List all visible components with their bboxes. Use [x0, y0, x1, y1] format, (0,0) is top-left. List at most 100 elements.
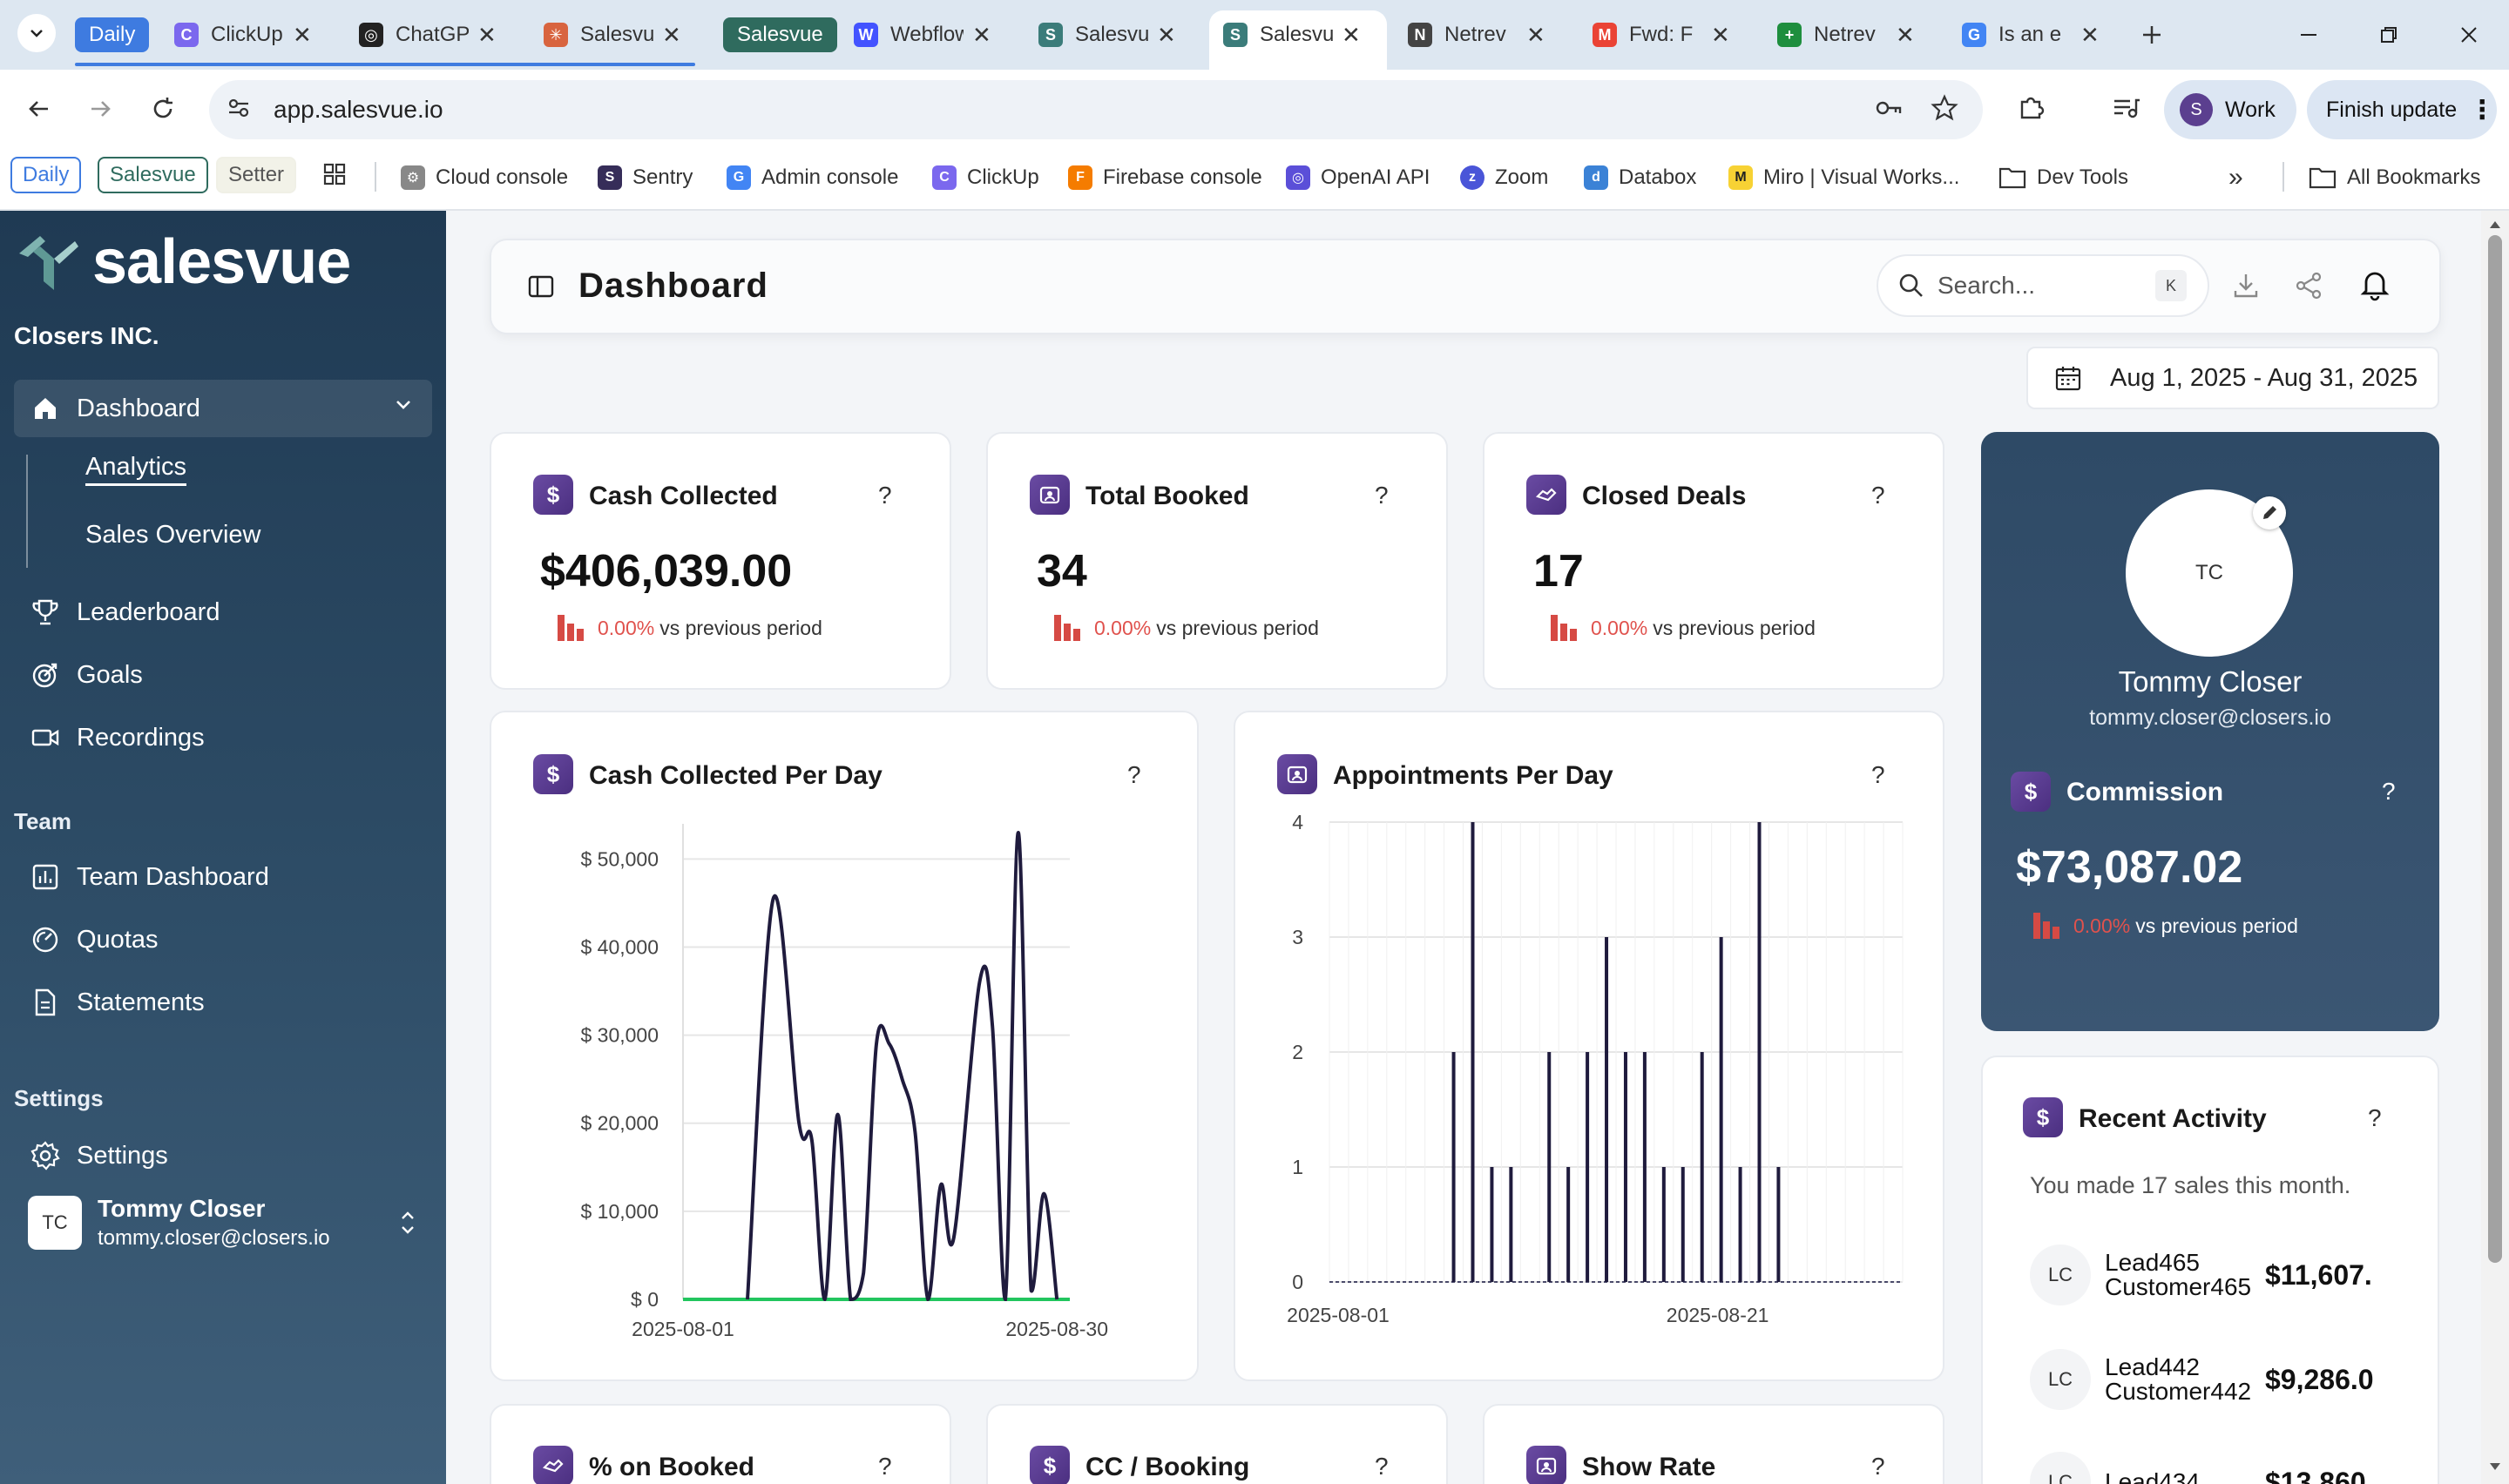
reload-button[interactable]	[141, 87, 185, 131]
sidebar-item-goals[interactable]: Goals	[28, 653, 143, 697]
scroll-up-icon[interactable]	[2488, 218, 2502, 234]
new-tab-button[interactable]	[2133, 16, 2171, 54]
help-icon[interactable]: ?	[2382, 778, 2396, 806]
date-range-picker[interactable]: Aug 1, 2025 - Aug 31, 2025	[2026, 347, 2439, 409]
tab-salesvue-active[interactable]: S Salesvue ✕	[1223, 12, 1361, 57]
tab-sheets[interactable]: + Netrev ✕	[1777, 12, 1915, 57]
list-item[interactable]: LC Lead442 Customer442 $9,286.0	[2030, 1345, 2422, 1414]
tab-group-salesvue[interactable]: Salesvue	[723, 17, 837, 52]
url-text[interactable]: app.salesvue.io	[274, 96, 443, 124]
sidebar-toggle-icon[interactable]	[526, 272, 556, 306]
bookmark-dev-tools[interactable]: Dev Tools	[1998, 159, 2128, 197]
help-icon[interactable]: ?	[878, 1453, 892, 1481]
download-icon[interactable]	[2230, 270, 2262, 306]
password-key-icon[interactable]	[1868, 87, 1910, 129]
tab-google[interactable]: G Is an e ✕	[1962, 12, 2100, 57]
scrollbar-thumb[interactable]	[2488, 235, 2502, 1263]
site-info-icon[interactable]	[218, 87, 260, 129]
sidebar-item-quotas[interactable]: Quotas	[28, 918, 159, 961]
bookmark-firebase-console[interactable]: F Firebase console	[1068, 159, 1262, 197]
close-icon[interactable]: ✕	[1526, 22, 1545, 49]
close-icon[interactable]: ✕	[1896, 22, 1915, 49]
sidebar-item-label: Statements	[77, 988, 205, 1016]
bookmark-zoom[interactable]: z Zoom	[1460, 159, 1548, 197]
tab-clickup[interactable]: C ClickUp ✕	[174, 12, 312, 57]
user-name: Tommy Closer	[98, 1195, 266, 1222]
tab-search-button[interactable]	[17, 14, 56, 52]
bookmark-cloud-console[interactable]: ⚙ Cloud console	[401, 159, 568, 197]
y-tick-label: $ 10,000	[580, 1200, 659, 1223]
help-icon[interactable]: ?	[1375, 1453, 1389, 1481]
tab-group-daily[interactable]: Daily	[75, 17, 150, 52]
close-icon[interactable]: ✕	[2080, 22, 2100, 49]
close-icon[interactable]: ✕	[972, 22, 991, 49]
tab-webflow[interactable]: W Webflow ✕	[854, 12, 991, 57]
list-item[interactable]: LC Lead434 $13,860	[2030, 1447, 2422, 1484]
sidebar-subitem-sales-overview[interactable]: Sales Overview	[85, 521, 260, 550]
restore-button[interactable]	[2370, 16, 2408, 54]
tab-salesvue[interactable]: S Salesvue ✕	[1038, 12, 1176, 57]
help-icon[interactable]: ?	[1871, 482, 1885, 509]
user-menu[interactable]: TC Tommy Closer tommy.closer@closers.io	[28, 1188, 429, 1258]
netrev-icon: N	[1408, 23, 1432, 47]
close-icon[interactable]: ✕	[293, 22, 312, 49]
webflow-icon: W	[854, 23, 878, 47]
help-icon[interactable]: ?	[878, 482, 892, 509]
sidebar-item-leaderboard[interactable]: Leaderboard	[28, 590, 220, 634]
sheets-icon: +	[1777, 23, 1802, 47]
sidebar-item-statements[interactable]: Statements	[28, 981, 205, 1024]
bookmark-miro[interactable]: M Miro | Visual Works...	[1728, 159, 1959, 197]
edit-avatar-button[interactable]	[2253, 496, 2286, 530]
address-bar[interactable]	[209, 80, 1983, 139]
sidebar-item-recordings[interactable]: Recordings	[28, 716, 205, 759]
close-icon[interactable]: ✕	[1157, 22, 1176, 49]
bookmark-sentry[interactable]: S Sentry	[598, 159, 693, 197]
tab-salesvue-claude[interactable]: ✳ Salesvue ✕	[544, 12, 681, 57]
bookmark-openai-api[interactable]: ◎ OpenAI API	[1286, 159, 1430, 197]
minimize-button[interactable]	[2289, 16, 2328, 54]
x-tick-label: 2025-08-21	[1667, 1304, 1769, 1326]
more-bookmarks-button[interactable]: »	[2228, 159, 2243, 197]
list-item[interactable]: LC Lead465Customer465 $11,607.0	[2030, 1240, 2422, 1310]
brand-logo[interactable]: salesvue	[14, 226, 351, 298]
tab-netrev[interactable]: N Netrev ✕	[1408, 12, 1545, 57]
sidebar-subitem-analytics[interactable]: Analytics	[85, 453, 187, 486]
sidebar-item-dashboard[interactable]: Dashboard	[28, 387, 200, 430]
close-window-button[interactable]	[2450, 16, 2488, 54]
close-icon[interactable]: ✕	[1342, 22, 1361, 49]
media-control-icon[interactable]	[2105, 87, 2147, 129]
sidebar-item-team-dashboard[interactable]: Team Dashboard	[28, 855, 269, 899]
help-icon[interactable]: ?	[2368, 1104, 2382, 1132]
salesvue-icon: S	[1038, 23, 1063, 47]
arrow-right-icon	[91, 101, 111, 117]
bell-icon[interactable]	[2357, 266, 2392, 306]
help-icon[interactable]: ?	[1871, 1453, 1885, 1481]
y-tick-label: 2	[1292, 1041, 1303, 1063]
close-icon[interactable]: ✕	[477, 22, 497, 49]
extensions-icon[interactable]	[2011, 87, 2053, 129]
help-icon[interactable]: ?	[1375, 482, 1389, 509]
profile-button[interactable]: S Work	[2164, 80, 2296, 139]
bookmark-group-setter[interactable]: Setter	[216, 157, 297, 193]
sidebar-item-settings[interactable]: Settings	[28, 1134, 168, 1177]
finish-update-button[interactable]: Finish update ⋮	[2307, 80, 2497, 139]
bookmark-admin-console[interactable]: G Admin console	[727, 159, 898, 197]
forward-button[interactable]	[78, 87, 122, 131]
back-button[interactable]	[17, 87, 61, 131]
bookmark-star-icon[interactable]	[1924, 87, 1965, 129]
apps-grid-icon[interactable]	[314, 153, 355, 195]
bookmark-clickup[interactable]: C ClickUp	[932, 159, 1039, 197]
close-icon[interactable]: ✕	[662, 22, 681, 49]
scroll-down-icon[interactable]	[2488, 1461, 2502, 1478]
close-icon[interactable]: ✕	[1711, 22, 1730, 49]
bookmark-databox[interactable]: d Databox	[1584, 159, 1696, 197]
gear-icon: ⚙	[401, 165, 425, 190]
all-bookmarks-button[interactable]: All Bookmarks	[2309, 159, 2480, 197]
bookmark-group-daily[interactable]: Daily	[10, 157, 82, 193]
search-shortcut-key: K	[2155, 270, 2187, 301]
tab-chatgpt[interactable]: ◎ ChatGPT ✕	[359, 12, 497, 57]
tab-gmail[interactable]: M Fwd: F ✕	[1593, 12, 1730, 57]
chevron-down-icon[interactable]	[390, 392, 416, 422]
share-icon[interactable]	[2293, 270, 2324, 306]
bookmark-group-salesvue[interactable]: Salesvue	[98, 157, 208, 193]
